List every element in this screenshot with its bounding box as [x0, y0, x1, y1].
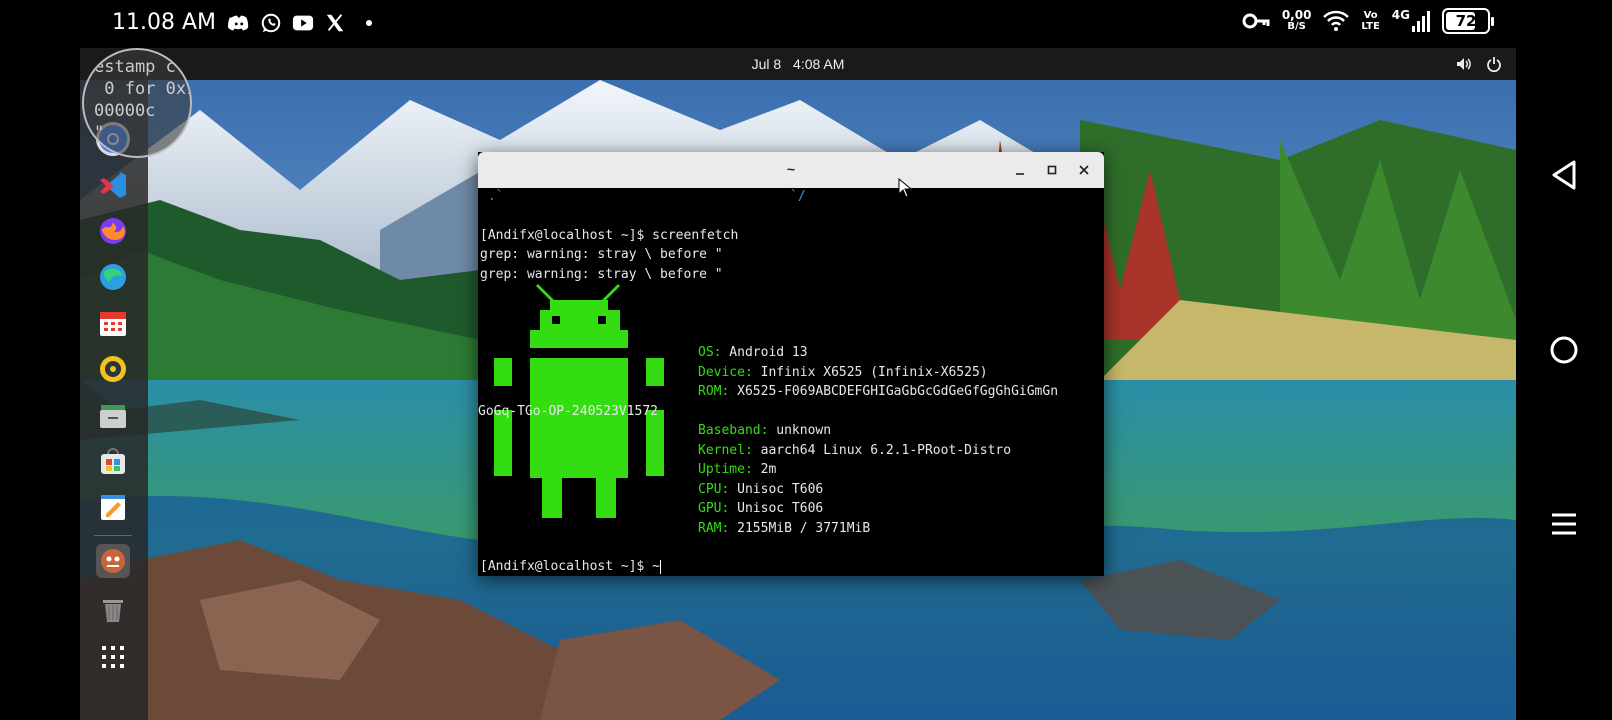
- info-kernel: Kernel: aarch64 Linux 6.2.1-PRoot-Distro: [698, 443, 1012, 458]
- gnome-top-bar: Jul 8 4:08 AM: [80, 48, 1516, 80]
- current-prompt[interactable]: [Andifx@localhost ~]$ ~: [480, 558, 662, 576]
- android-status-bar: 11.08 AM 0,00 B/S Vo LTE 4G 72: [0, 0, 1612, 48]
- status-right-icons: 0,00 B/S Vo LTE 4G 72: [1242, 8, 1494, 34]
- android-nav-bar: [1516, 48, 1612, 720]
- vscode-icon[interactable]: [96, 168, 130, 202]
- terminal-titlebar[interactable]: ~: [478, 152, 1104, 188]
- info-ram: RAM: 2155MiB / 3771MiB: [698, 521, 871, 536]
- mouse-pointer-icon: [898, 178, 912, 198]
- software-icon[interactable]: [96, 444, 130, 478]
- rom-continuation-line: GoGq-TGo-OP-240523V1572: [478, 404, 659, 419]
- browser-icon[interactable]: [96, 260, 130, 294]
- info-device: Device: Infinix X6525 (Infinix-X6525): [698, 365, 988, 380]
- warning-line: grep: warning: stray \ before ": [480, 267, 723, 282]
- home-button[interactable]: [1546, 332, 1582, 368]
- art-fragment-left: .`: [480, 189, 504, 204]
- network-speed: 0,00 B/S: [1281, 8, 1312, 32]
- maximize-button[interactable]: [1042, 160, 1062, 180]
- rhythmbox-icon[interactable]: [96, 352, 130, 386]
- text-cursor: [660, 559, 662, 574]
- dock-separator: [94, 535, 132, 536]
- notification-icons: [228, 12, 372, 34]
- prompt-line: [Andifx@localhost ~]$ screenfetch: [480, 228, 739, 243]
- topbar-date: Jul 8: [751, 56, 782, 72]
- info-gpu: GPU: Unisoc T606: [698, 501, 824, 516]
- info-cpu: CPU: Unisoc T606: [698, 482, 824, 497]
- back-button[interactable]: [1546, 157, 1582, 193]
- signal-bars-icon: [1412, 11, 1430, 32]
- cell-signal: 4G: [1392, 9, 1430, 32]
- volume-icon: [1457, 58, 1471, 70]
- art-fragment-right: `/: [790, 189, 806, 204]
- show-apps-icon[interactable]: [96, 640, 130, 674]
- info-os: OS: Android 13: [698, 345, 808, 360]
- terminal-content[interactable]: .` `/ [Andifx@localhost ~]$ screenfetch …: [478, 188, 1104, 576]
- volte-indicator: Vo LTE: [1361, 10, 1380, 32]
- warning-line: grep: warning: stray \ before ": [480, 247, 723, 262]
- magnifier-text: estamp c 0 for 0x1 00000c ": [94, 57, 192, 143]
- info-rom: ROM: X6525-F069ABCDEFGHIGaGbGcGdGeGfGgGh…: [698, 384, 1059, 399]
- battery-indicator: 72: [1442, 8, 1494, 34]
- calendar-icon[interactable]: [96, 306, 130, 340]
- wifi-icon: [1323, 10, 1350, 31]
- info-uptime: Uptime: 2m: [698, 462, 777, 477]
- battery-label: 72: [1455, 12, 1477, 30]
- system-menu[interactable]: [1456, 56, 1502, 72]
- x-icon: [326, 14, 344, 32]
- whatsapp-icon: [261, 13, 281, 33]
- terminal-window[interactable]: ~ .` `/ [Andifx@localhost ~]$ screenfetc…: [478, 152, 1104, 576]
- topbar-clock[interactable]: Jul 8 4:08 AM: [80, 56, 1516, 72]
- close-button[interactable]: [1074, 160, 1094, 180]
- text-editor-icon[interactable]: [96, 490, 130, 524]
- more-notifications-dot: [366, 20, 372, 26]
- firefox-icon[interactable]: [96, 214, 130, 248]
- vpn-key-icon: [1242, 13, 1270, 29]
- minimize-button[interactable]: [1010, 160, 1030, 180]
- trash-icon[interactable]: [96, 592, 130, 626]
- topbar-time: 4:08 AM: [793, 56, 845, 72]
- discord-icon: [228, 15, 249, 31]
- youtube-icon: [292, 15, 314, 31]
- apps-tweak-icon[interactable]: [96, 544, 130, 578]
- info-baseband: Baseband: unknown: [698, 423, 832, 438]
- status-time: 11.08 AM: [112, 10, 217, 35]
- power-icon: [1487, 57, 1501, 72]
- recents-menu-button[interactable]: [1546, 506, 1582, 542]
- files-icon[interactable]: [96, 398, 130, 432]
- floating-magnifier-bubble[interactable]: estamp c 0 for 0x1 00000c ": [82, 48, 192, 158]
- linux-desktop: Jul 8 4:08 AM estamp c 0 for 0x1 00000c …: [80, 48, 1516, 720]
- dock: [80, 80, 148, 720]
